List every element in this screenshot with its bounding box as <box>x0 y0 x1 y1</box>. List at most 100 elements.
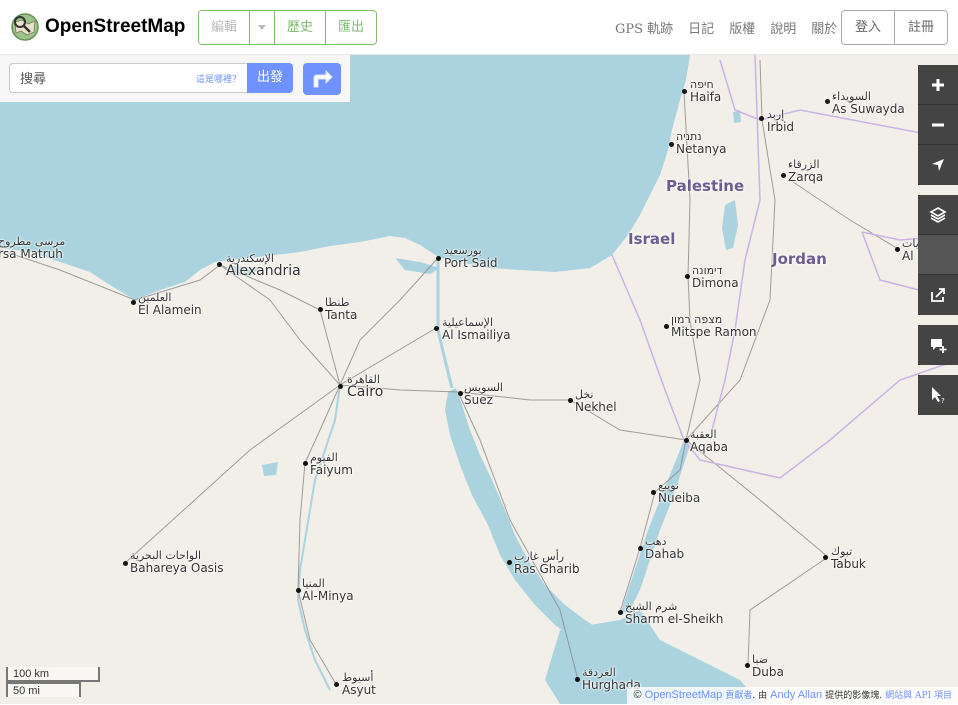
place-latin-name: Duba <box>752 665 784 679</box>
city-dot-dimona <box>685 274 690 279</box>
place-latin-name: Cairo <box>347 384 384 400</box>
scale-bar-km: 100 km <box>6 667 100 682</box>
city-dot-suez <box>458 391 463 396</box>
place-label-ismailiya: الإسماعيلية Al Ismailiya <box>442 316 511 342</box>
map-tools <box>918 195 958 315</box>
nav-link-diaries[interactable]: 日記 <box>688 18 714 37</box>
nav-link-copyright[interactable]: 版權 <box>729 18 755 37</box>
nav-link-help[interactable]: 說明 <box>770 18 796 37</box>
place-label-asyut: أسيوط Asyut <box>342 671 376 697</box>
signup-button[interactable]: 註冊 <box>895 11 947 44</box>
directions-button[interactable] <box>303 63 341 95</box>
zoom-out-button[interactable] <box>918 105 958 145</box>
nav-link-gps-traces[interactable]: GPS 軌跡 <box>615 18 673 37</box>
place-latin-name: Tabuk <box>831 557 866 571</box>
note-add-icon <box>931 339 947 353</box>
edit-button-group: 編輯 歷史 匯出 <box>198 10 378 45</box>
city-dot-zarqa <box>781 173 786 178</box>
city-dot-tabuk <box>823 555 828 560</box>
city-dot-bahareya <box>123 561 128 566</box>
place-label-duba: ضبا Duba <box>752 653 784 679</box>
place-latin-name: Sharm el-Sheikh <box>625 612 724 626</box>
place-latin-name: Netanya <box>676 142 727 156</box>
search-box: 這是哪裡？ <box>9 63 247 94</box>
place-label-nekhel: نخل Nekhel <box>575 388 617 414</box>
cursor-question-icon: ? <box>932 387 945 404</box>
city-dot-suwayda <box>825 99 830 104</box>
city-dot-tanta <box>318 307 323 312</box>
attribution: © OpenStreetMap 貢獻者. 由 Andy Allan 提供的影像塊… <box>627 687 958 704</box>
place-latin-name: Nekhel <box>575 400 617 414</box>
city-dot-aqaba <box>684 438 689 443</box>
city-dot-qurayyat <box>895 247 900 252</box>
place-latin-name: Irbid <box>767 120 795 134</box>
user-menu: 登入 註冊 <box>841 10 949 45</box>
city-dot-duba <box>745 663 750 668</box>
place-latin-name: Alexandria <box>226 263 301 279</box>
place-latin-name: Dimona <box>692 276 739 290</box>
city-dot-mitspe <box>664 324 669 329</box>
history-button[interactable]: 歷史 <box>275 11 327 44</box>
city-dot-ismailiya <box>434 326 439 331</box>
place-latin-name: Tanta <box>325 308 358 322</box>
minus-icon <box>932 123 944 126</box>
country-label-israel: Israel <box>628 230 676 248</box>
place-latin-name: Dahab <box>645 547 685 561</box>
city-dot-rasgharib <box>507 560 512 565</box>
edit-button[interactable]: 編輯 <box>199 11 251 44</box>
city-dot-minya <box>296 588 301 593</box>
map-key-button[interactable] <box>918 235 958 275</box>
site-header: OpenStreetMap 編輯 歷史 匯出 GPS 軌跡 日記 版權 說明 關… <box>0 0 958 55</box>
country-label-palestine: Palestine <box>666 177 745 195</box>
svg-text:?: ? <box>941 397 945 404</box>
layers-icon <box>929 206 947 223</box>
place-label-dahab: دهب Dahab <box>645 535 684 561</box>
locate-button[interactable] <box>918 145 958 185</box>
osm-link[interactable]: OpenStreetMap <box>645 689 723 701</box>
city-dot-portsaid <box>436 256 441 261</box>
nav-link-about[interactable]: 關於 <box>811 18 837 37</box>
brand-name[interactable]: OpenStreetMap <box>45 16 185 38</box>
search-go-button[interactable]: 出發 <box>247 63 293 93</box>
add-note-button[interactable] <box>918 325 958 365</box>
place-latin-name: Zarqa <box>788 170 824 184</box>
place-label-haifa: חיפה Haifa <box>690 78 721 104</box>
caret-down-icon <box>258 25 267 30</box>
city-dot-asyut <box>334 682 339 687</box>
place-label-irbid: إربد Irbid <box>767 108 794 134</box>
city-dot-alamein <box>131 300 136 305</box>
place-latin-name: Mitspe Ramon <box>671 325 757 339</box>
place-label-alamein: العلمين El Alamein <box>138 291 202 317</box>
place-latin-name: Al Ismailiya <box>442 328 511 342</box>
zoom-in-button[interactable] <box>918 65 958 105</box>
city-dot-irbid <box>759 116 764 121</box>
edit-dropdown-toggle[interactable] <box>250 11 276 44</box>
place-label-aqaba: العقبة Aqaba <box>690 428 728 454</box>
city-dot-nueiba <box>651 490 656 495</box>
query-features-button[interactable]: ? <box>918 375 958 415</box>
place-latin-name: Port Said <box>444 256 498 270</box>
place-label-bahareya: الواحات البحرية Bahareya Oasis <box>130 549 224 575</box>
where-is-this-link[interactable]: 這是哪裡？ <box>196 72 241 85</box>
place-label-faiyum: الفيوم Faiyum <box>310 451 353 477</box>
place-latin-name: Faiyum <box>310 463 353 477</box>
city-dot-netanya <box>669 142 674 147</box>
share-button[interactable] <box>918 275 958 315</box>
login-button[interactable]: 登入 <box>842 11 896 44</box>
place-latin-name: Asyut <box>342 683 376 697</box>
place-label-tanta: طنطا Tanta <box>325 296 357 322</box>
author-link[interactable]: Andy Allan <box>770 689 822 701</box>
place-latin-name: As Suwayda <box>832 102 905 116</box>
place-label-mitspe: מצפה רמון Mitspe Ramon <box>671 313 757 339</box>
place-latin-name: Suez <box>464 393 493 407</box>
place-latin-name: Ras Gharib <box>514 562 580 576</box>
export-button[interactable]: 匯出 <box>326 11 377 44</box>
city-dot-sharm <box>618 610 623 615</box>
contributors-link[interactable]: 貢獻者 <box>725 691 752 701</box>
place-latin-name: El Alamein <box>138 303 202 317</box>
map-canvas[interactable]: Palestine Israel Jordan <box>0 55 958 704</box>
layers-button[interactable] <box>918 195 958 235</box>
search-input[interactable] <box>18 64 192 94</box>
osm-logo-icon[interactable] <box>10 12 40 42</box>
website-api-link[interactable]: 網站與 API 項目 <box>885 691 952 701</box>
